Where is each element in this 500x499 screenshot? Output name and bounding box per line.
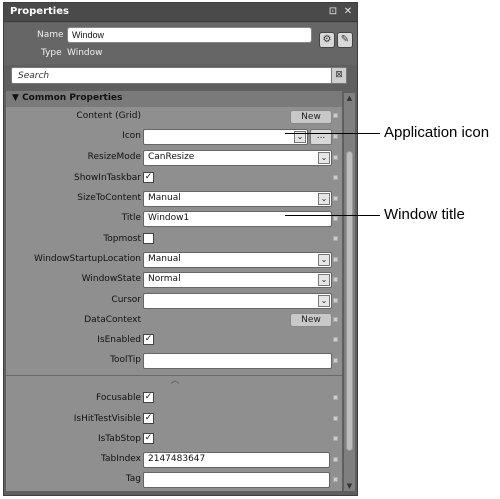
chevron-down-icon[interactable]: ⌄: [318, 193, 330, 205]
focusable-checkbox[interactable]: ✓: [143, 392, 154, 403]
isenabled-checkbox[interactable]: ✓: [143, 334, 154, 345]
property-marker[interactable]: [333, 337, 338, 342]
property-marker[interactable]: [333, 236, 338, 241]
callout-window-title: Window title: [384, 206, 465, 223]
property-marker[interactable]: [333, 436, 338, 441]
focusable-label: Focusable: [96, 393, 141, 403]
windowstate-value: Normal: [148, 274, 181, 284]
close-icon[interactable]: ✕: [342, 6, 354, 18]
tooltip-label: ToolTip: [110, 355, 141, 365]
topmost-label: Topmost: [103, 234, 141, 244]
topmost-checkbox[interactable]: [143, 233, 154, 244]
resizemode-select[interactable]: CanResize ⌄: [143, 150, 332, 166]
chevron-down-icon[interactable]: ⌄: [318, 274, 330, 286]
category-header[interactable]: ▼ Common Properties: [6, 91, 342, 107]
content-value: (Grid): [115, 111, 141, 121]
category-name: Common Properties: [22, 93, 123, 103]
cursor-select[interactable]: ⌄: [143, 293, 332, 309]
panel-titlebar: Properties ⊡ ✕: [4, 3, 357, 22]
cursor-label: Cursor: [111, 295, 141, 305]
property-marker[interactable]: [333, 457, 338, 462]
sizetocontent-select[interactable]: Manual ⌄: [143, 191, 332, 207]
resizemode-value: CanResize: [148, 152, 195, 162]
name-label: Name: [37, 30, 64, 40]
icon-field[interactable]: ⌄: [143, 129, 308, 145]
events-icon[interactable]: ⚙: [319, 32, 335, 48]
scroll-up-icon[interactable]: ▲: [344, 93, 355, 103]
chevron-up-icon[interactable]: ︿: [169, 377, 181, 386]
properties-icon[interactable]: ✎: [337, 32, 353, 48]
title-input[interactable]: Window1: [143, 211, 332, 227]
category-label: ▼ Common Properties: [12, 93, 123, 103]
name-input[interactable]: [67, 27, 312, 43]
property-marker[interactable]: [333, 155, 338, 160]
windowstate-select[interactable]: Normal ⌄: [143, 272, 332, 288]
tabindex-label: TabIndex: [100, 454, 141, 464]
property-marker[interactable]: [333, 358, 338, 363]
object-header: Name Type Window ⚙ ✎: [4, 23, 357, 65]
isenabled-label: IsEnabled: [97, 335, 141, 345]
icon-label: Icon: [122, 131, 141, 141]
content-label: Content: [76, 111, 113, 121]
property-marker[interactable]: [333, 298, 338, 303]
chevron-down-icon[interactable]: ⌄: [318, 254, 330, 266]
resizemode-label: ResizeMode: [87, 152, 141, 162]
scroll-thumb[interactable]: [346, 151, 353, 451]
datacontext-label: DataContext: [84, 315, 141, 325]
vertical-scrollbar[interactable]: ▲ ▼: [344, 93, 355, 491]
scroll-down-icon[interactable]: ▼: [344, 481, 355, 491]
property-marker[interactable]: [333, 317, 338, 322]
property-marker[interactable]: [333, 277, 338, 282]
property-marker[interactable]: [333, 416, 338, 421]
showintaskbar-label: ShowInTaskbar: [74, 173, 141, 183]
properties-panel: Properties ⊡ ✕ Name Type Window ⚙ ✎ Sear…: [3, 2, 358, 496]
datacontext-new-button[interactable]: New: [290, 313, 332, 327]
callout-application-icon: Application icon: [384, 124, 490, 141]
title-label: Title: [121, 213, 141, 223]
icon-browse-button[interactable]: ...: [310, 129, 332, 145]
callout-line-icon: [285, 133, 380, 134]
tag-label: Tag: [125, 474, 141, 484]
windowstate-label: WindowState: [81, 274, 141, 284]
tabindex-input[interactable]: 2147483647: [143, 452, 330, 468]
tabindex-value: 2147483647: [148, 454, 206, 464]
property-marker[interactable]: [333, 134, 338, 139]
ishittestvisible-label: IsHitTestVisible: [73, 414, 141, 424]
property-marker[interactable]: [333, 395, 338, 400]
property-marker[interactable]: [333, 216, 338, 221]
showintaskbar-checkbox[interactable]: ✓: [143, 172, 154, 183]
pin-icon[interactable]: ⊡: [327, 6, 339, 18]
startuplocation-select[interactable]: Manual ⌄: [143, 252, 332, 268]
property-grid: ▼ Common Properties Content (Grid) New I…: [6, 91, 342, 491]
callout-line-title: [285, 215, 380, 216]
property-marker[interactable]: [333, 175, 338, 180]
clear-search-icon[interactable]: ⊠: [331, 67, 347, 84]
property-marker[interactable]: [333, 477, 338, 482]
property-label: Content (Grid): [6, 111, 141, 121]
search-box[interactable]: Search ⊠: [11, 67, 347, 84]
panel-title: Properties: [10, 6, 69, 17]
property-marker[interactable]: [333, 257, 338, 262]
property-marker[interactable]: [333, 113, 338, 118]
type-label: Type: [41, 48, 62, 58]
ishittestvisible-checkbox[interactable]: ✓: [143, 413, 154, 424]
sizetocontent-label: SizeToContent: [77, 193, 141, 203]
istabstop-checkbox[interactable]: ✓: [143, 433, 154, 444]
tooltip-input[interactable]: [143, 353, 332, 369]
chevron-down-icon[interactable]: ⌄: [318, 295, 330, 307]
istabstop-label: IsTabStop: [97, 434, 141, 444]
tag-input[interactable]: [143, 472, 330, 488]
search-placeholder: Search: [18, 71, 50, 81]
type-value: Window: [67, 48, 103, 58]
sizetocontent-value: Manual: [148, 193, 181, 203]
property-marker[interactable]: [333, 196, 338, 201]
chevron-down-icon[interactable]: ⌄: [318, 152, 330, 164]
content-new-button[interactable]: New: [290, 110, 332, 124]
title-value: Window1: [148, 213, 190, 223]
startuplocation-value: Manual: [148, 254, 181, 264]
startuplocation-label: WindowStartupLocation: [34, 254, 141, 264]
